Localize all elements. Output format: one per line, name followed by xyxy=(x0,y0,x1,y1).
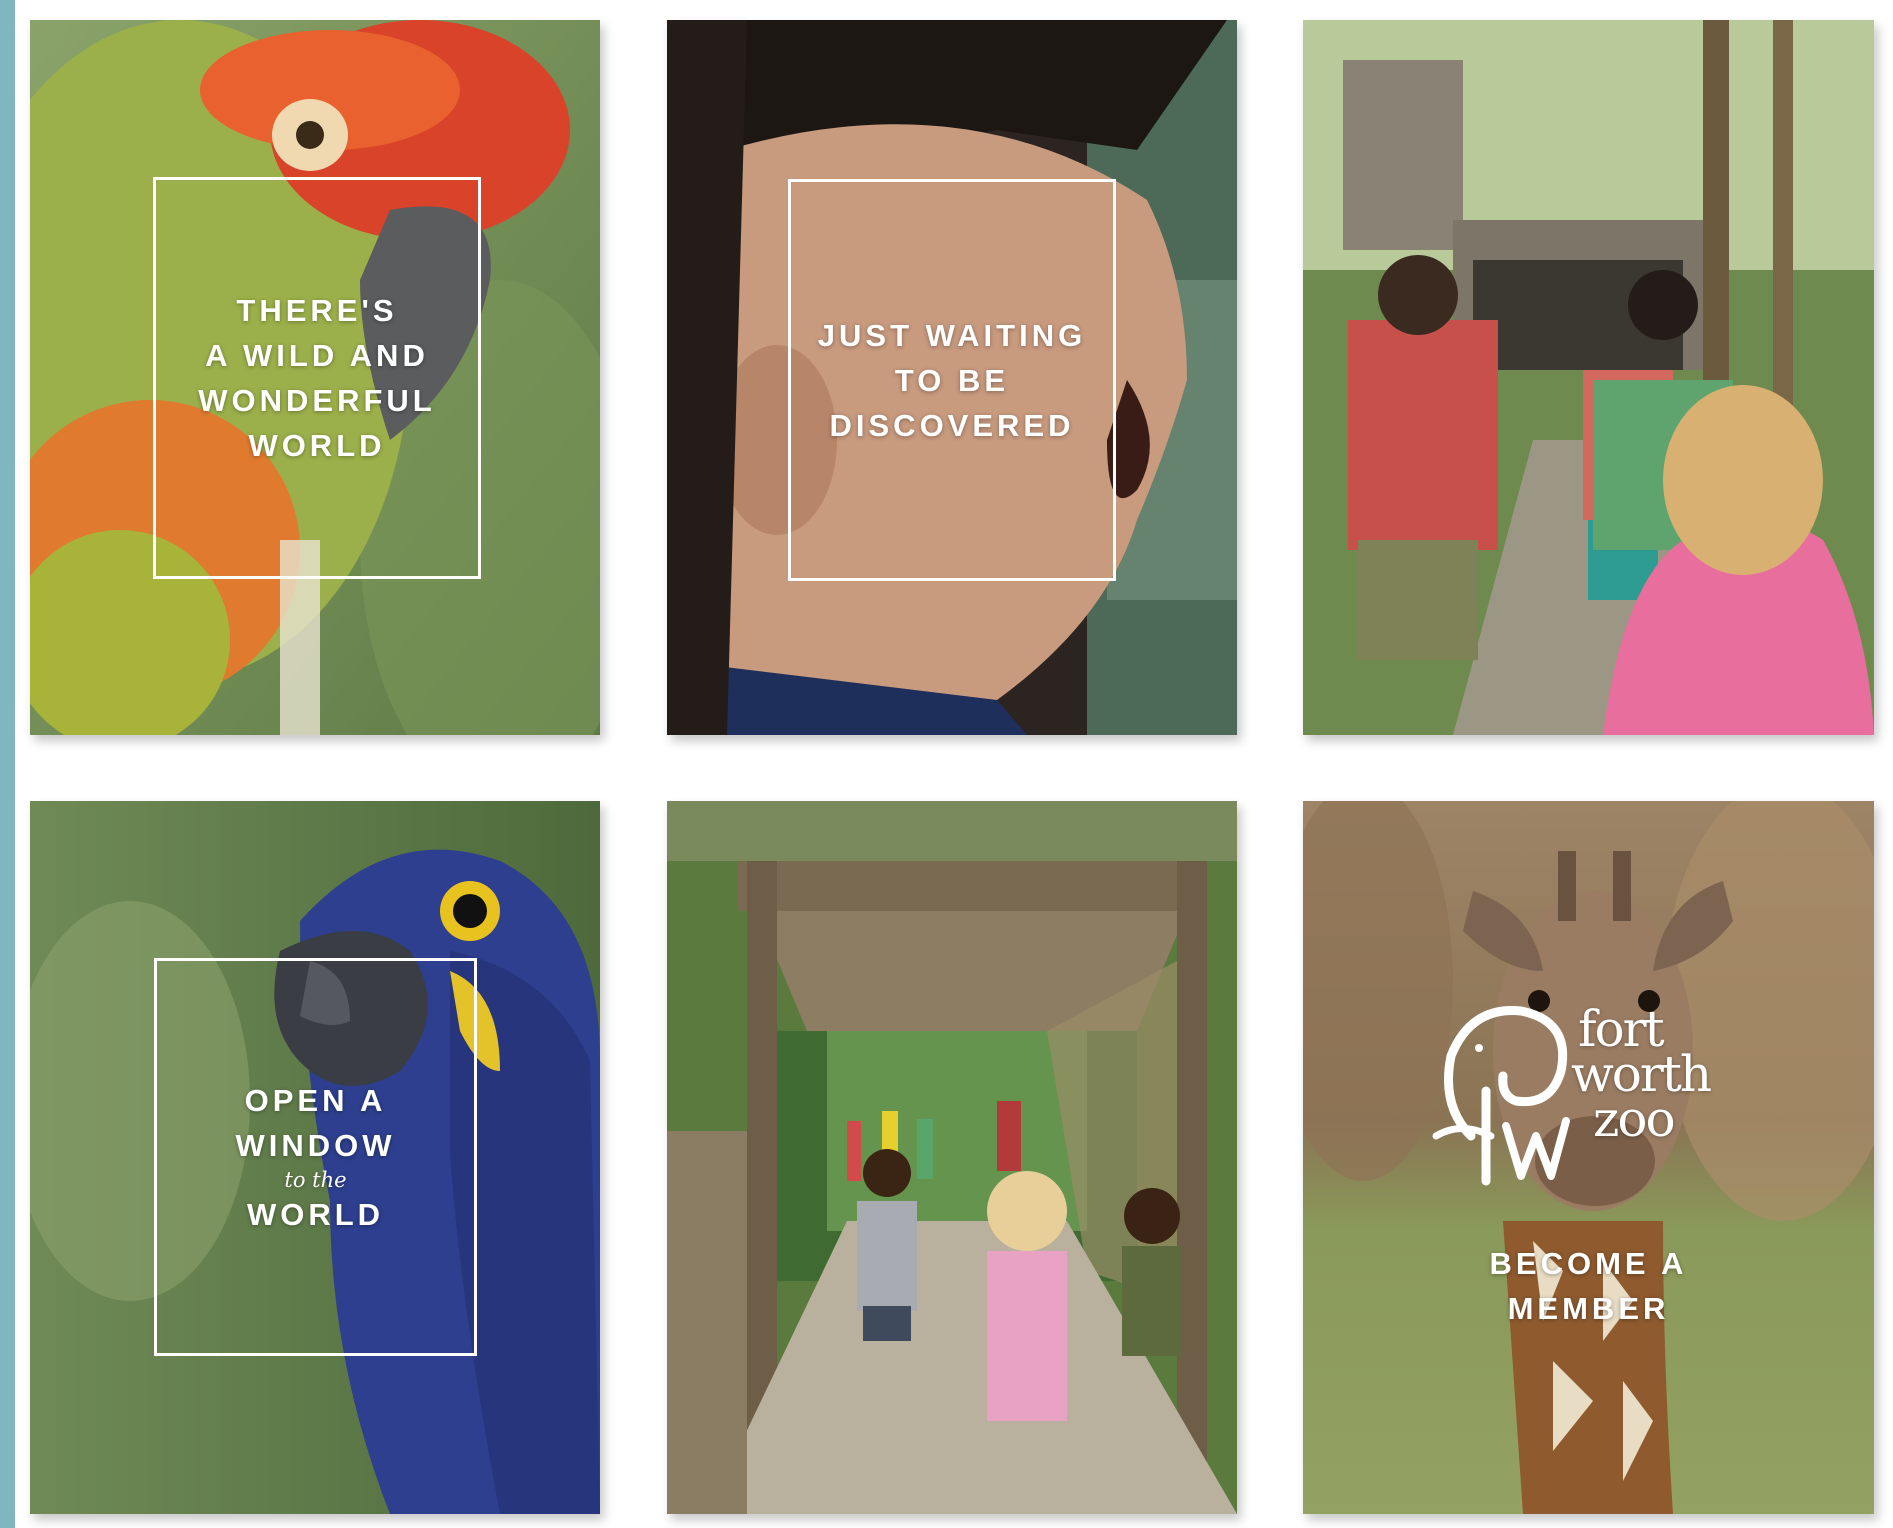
caption-frame: Just waiting to be discovered xyxy=(788,179,1116,581)
fw-monogram-icon xyxy=(1432,1006,1570,1186)
caption-line: There's xyxy=(236,293,398,328)
caption-line: window xyxy=(235,1127,396,1163)
caption-line: world xyxy=(248,428,386,463)
tile-become-member[interactable]: fort worth zoo Become a member xyxy=(1303,801,1874,1514)
caption-frame: There's a wild and wonderful world xyxy=(153,177,481,579)
caption-line: Just waiting xyxy=(817,317,1087,353)
caption-line: discovered xyxy=(829,407,1075,443)
caption-line: a wild and xyxy=(205,338,429,373)
caption-line: Open a xyxy=(244,1082,387,1118)
accent-side-bar xyxy=(0,0,15,1528)
caption-line: to be xyxy=(894,362,1010,398)
caption-script-line: to the xyxy=(284,1167,347,1192)
caption-line: wonderful xyxy=(198,383,436,418)
tile-wild-world[interactable]: There's a wild and wonderful world xyxy=(30,20,600,735)
cta-line: member xyxy=(1507,1291,1670,1326)
fort-worth-zoo-logo: fort worth zoo xyxy=(1431,996,1741,1196)
caption-discovered: Just waiting to be discovered xyxy=(818,313,1086,448)
cta-line: Become a xyxy=(1489,1246,1688,1281)
tile-boardwalk[interactable] xyxy=(667,801,1237,1514)
tile-discovered[interactable]: Just waiting to be discovered xyxy=(667,20,1237,735)
boardwalk-photo xyxy=(667,801,1237,1514)
caption-wild-world: There's a wild and wonderful world xyxy=(198,288,435,468)
caption-line: world xyxy=(246,1196,385,1232)
tile-open-window[interactable]: Open a window to the world xyxy=(30,801,600,1514)
become-member-link[interactable]: Become a member xyxy=(1303,1241,1874,1331)
kids-trail-photo xyxy=(1303,20,1874,735)
caption-open-window: Open a window to the world xyxy=(235,1078,395,1237)
caption-frame: Open a window to the world xyxy=(154,958,477,1356)
tile-kids-trail[interactable] xyxy=(1303,20,1874,735)
logo-word: zoo xyxy=(1593,1090,1676,1148)
